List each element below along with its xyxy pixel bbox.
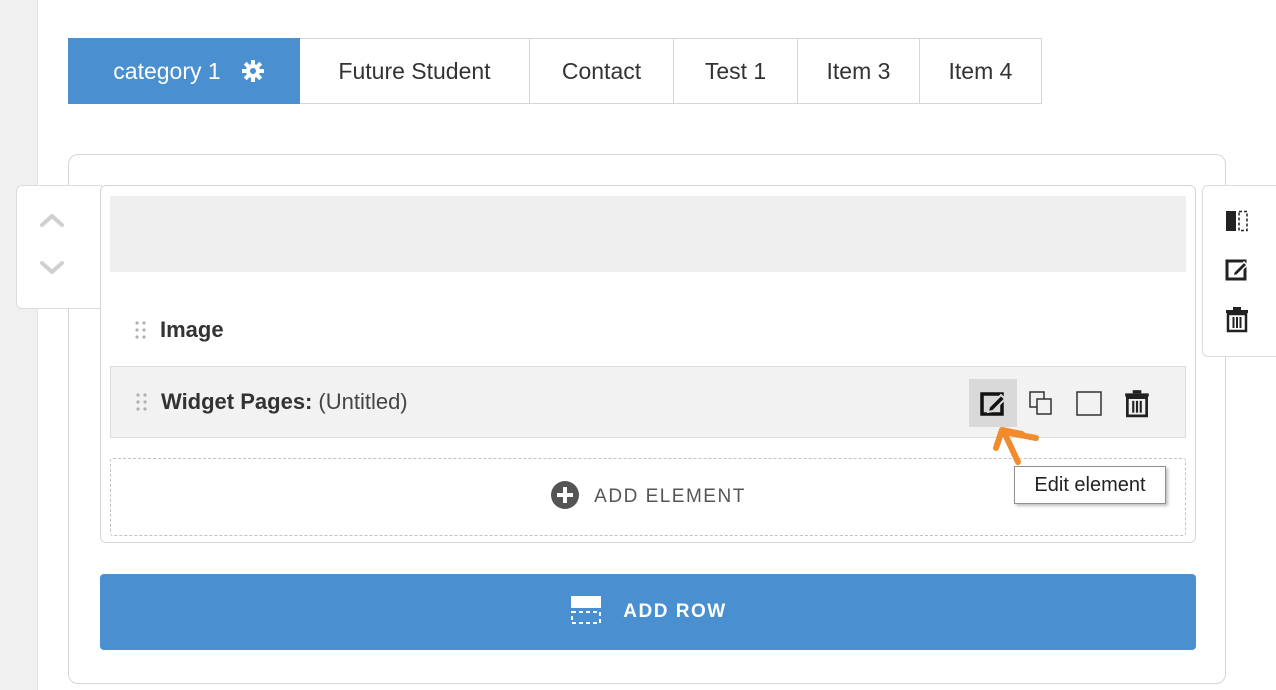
left-strip <box>0 0 38 690</box>
row-header <box>110 196 1186 272</box>
tooltip: Edit element <box>1014 466 1166 504</box>
add-row-icon <box>569 594 603 631</box>
tab-test-1[interactable]: Test 1 <box>674 38 798 104</box>
tab-label: Item 4 <box>948 57 1013 84</box>
edit-icon[interactable] <box>1223 254 1251 284</box>
tab-label: Future Student <box>338 57 491 84</box>
category-tabs: category 1 Future Student Contact Test 1 <box>68 38 1042 104</box>
row-move-controls <box>16 185 102 309</box>
tooltip-text: Edit element <box>1034 473 1146 496</box>
tab-label: Contact <box>561 57 642 84</box>
annotation-arrow-icon <box>986 418 1046 470</box>
row-tools <box>1202 185 1276 357</box>
drag-handle-icon[interactable] <box>134 319 148 341</box>
gear-icon[interactable] <box>241 59 265 83</box>
square-icon[interactable] <box>1065 379 1113 427</box>
trash-icon[interactable] <box>1113 379 1161 427</box>
add-row-label: ADD ROW <box>623 601 727 622</box>
element-row-image[interactable]: Image <box>110 294 1186 366</box>
tab-label: category 1 <box>113 57 221 84</box>
chevron-down-icon[interactable] <box>37 256 67 280</box>
tab-label: Item 3 <box>826 57 891 84</box>
element-subtitle: (Untitled) <box>318 389 408 414</box>
plus-circle-icon <box>550 480 580 515</box>
tab-contact[interactable]: Contact <box>530 38 674 104</box>
chevron-up-icon[interactable] <box>37 208 67 232</box>
columns-icon[interactable] <box>1223 206 1251 236</box>
tab-category-1[interactable]: category 1 <box>68 38 300 104</box>
drag-handle-icon[interactable] <box>135 391 149 413</box>
element-title: Image <box>160 317 224 342</box>
element-title: Widget Pages: <box>161 389 313 414</box>
trash-icon[interactable] <box>1223 304 1251 334</box>
tab-item-4[interactable]: Item 4 <box>920 38 1042 104</box>
tab-future-student[interactable]: Future Student <box>300 38 530 104</box>
tab-item-3[interactable]: Item 3 <box>798 38 920 104</box>
add-element-label: ADD ELEMENT <box>594 486 746 507</box>
tab-label: Test 1 <box>704 57 767 84</box>
add-row-button[interactable]: ADD ROW <box>100 574 1196 650</box>
